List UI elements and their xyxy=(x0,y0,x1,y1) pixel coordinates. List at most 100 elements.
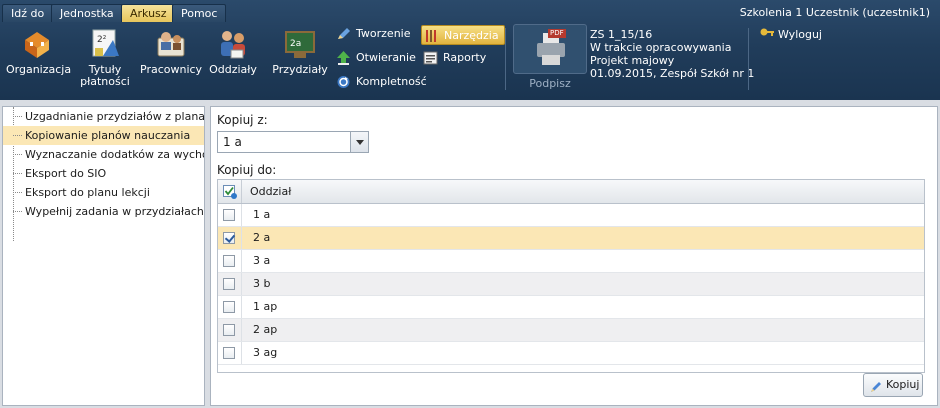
row-class-name: 3 ag xyxy=(253,346,278,359)
tab-arkusz[interactable]: Arkusz xyxy=(121,4,176,22)
table-row[interactable]: 3 a xyxy=(218,250,924,273)
tree-item-eksport-sio[interactable]: Eksport do SIO xyxy=(3,164,204,183)
content-area: Uzgadnianie przydziałów z planami na Kop… xyxy=(0,100,940,408)
info-line-2: W trakcie opracowywania xyxy=(590,41,732,54)
row-checkbox[interactable] xyxy=(223,301,235,313)
oddzialy-icon xyxy=(217,28,249,60)
tree-guide xyxy=(13,211,22,212)
classes-grid: Oddział 1 a 2 a 3 a 3 b 1 ap 2 ap 3 ag xyxy=(217,179,925,373)
copy-plans-panel: Kopiuj z: 1 a Kopiuj do: Oddział 1 a 2 a 3… xyxy=(210,106,938,406)
tree-item-kopiowanie[interactable]: Kopiowanie planów nauczania xyxy=(3,126,204,145)
row-class-name: 3 a xyxy=(253,254,271,267)
tytuly-label-2: płatności xyxy=(80,75,130,88)
user-label: Szkolenia 1 Uczestnik (uczestnik1) xyxy=(739,6,930,19)
row-checkbox[interactable] xyxy=(223,255,235,267)
checkbox-info-icon xyxy=(223,185,237,202)
table-row[interactable]: 2 ap xyxy=(218,319,924,342)
row-checkbox-cell xyxy=(218,342,242,364)
copy-to-label: Kopiuj do: xyxy=(217,163,277,177)
kompletnosc-button[interactable]: Kompletność xyxy=(334,72,427,92)
oddzialy-button[interactable]: Oddziały xyxy=(208,28,258,76)
tworzenie-button[interactable]: Tworzenie xyxy=(334,24,410,44)
tools-tree: Uzgadnianie przydziałów z planami na Kop… xyxy=(2,106,205,406)
ribbon-separator xyxy=(505,28,506,90)
chevron-down-icon[interactable] xyxy=(350,132,368,152)
przydzialy-label: Przydziały xyxy=(272,63,328,76)
tworzenie-label: Tworzenie xyxy=(356,27,411,40)
oddzialy-label: Oddziały xyxy=(209,63,257,76)
row-checkbox-cell xyxy=(218,204,242,226)
row-checkbox[interactable] xyxy=(223,209,235,221)
tytuly-icon: 2² xyxy=(89,28,121,60)
refresh-icon xyxy=(336,75,351,89)
table-row[interactable]: 1 ap xyxy=(218,296,924,319)
tree-guide xyxy=(13,135,22,136)
tree-guide xyxy=(13,173,22,174)
table-row[interactable]: 3 b xyxy=(218,273,924,296)
przydzialy-icon: 2a xyxy=(284,28,316,60)
tab-jednostka[interactable]: Jednostka xyxy=(51,4,123,22)
row-class-name: 1 a xyxy=(253,208,271,221)
row-class-name: 3 b xyxy=(253,277,271,290)
tools-icon xyxy=(424,29,439,43)
tree-item-eksport-plan[interactable]: Eksport do planu lekcji xyxy=(3,183,204,202)
row-checkbox[interactable] xyxy=(223,232,235,244)
row-checkbox-cell xyxy=(218,250,242,272)
tab-idz-do[interactable]: Idź do xyxy=(2,4,54,22)
ribbon: Idź do Jednostka Arkusz Pomoc Szkolenia … xyxy=(0,0,940,100)
svg-text:2²: 2² xyxy=(97,35,107,45)
report-icon xyxy=(423,51,438,65)
row-class-name: 2 ap xyxy=(253,323,278,336)
pracownicy-button[interactable]: Pracownicy xyxy=(140,28,202,76)
tree-guide xyxy=(13,154,22,155)
grid-header: Oddział xyxy=(218,180,924,204)
info-line-1: ZS 1_15/16 xyxy=(590,28,653,41)
copy-from-select[interactable]: 1 a xyxy=(217,131,369,153)
key-icon xyxy=(760,28,774,40)
organizacja-button[interactable]: Organizacja xyxy=(6,28,72,76)
row-checkbox[interactable] xyxy=(223,347,235,359)
narzedzia-label: Narzędzia xyxy=(444,29,499,42)
sheet-info: ZS 1_15/16 W trakcie opracowywania Proje… xyxy=(590,28,754,80)
column-header-oddzial[interactable]: Oddział xyxy=(250,180,291,203)
tab-pomoc[interactable]: Pomoc xyxy=(172,4,227,22)
wyloguj-label: Wyloguj xyxy=(778,28,822,41)
ribbon-separator-2 xyxy=(748,28,749,90)
kompletnosc-label: Kompletność xyxy=(356,75,427,88)
tree-item-wyznaczanie[interactable]: Wyznaczanie dodatków za wychowaw xyxy=(3,145,204,164)
tree-guide xyxy=(13,192,22,193)
tree-item-uzgadnianie[interactable]: Uzgadnianie przydziałów z planami na xyxy=(3,107,204,126)
organizacja-label: Organizacja xyxy=(6,63,72,76)
narzedzia-button[interactable]: Narzędzia xyxy=(421,25,505,45)
row-checkbox-cell xyxy=(218,273,242,295)
copy-from-value: 1 a xyxy=(223,135,242,149)
row-checkbox-cell xyxy=(218,319,242,341)
copy-button-label: Kopiuj xyxy=(886,378,920,391)
row-class-name: 1 ap xyxy=(253,300,278,313)
copy-button[interactable]: Kopiuj xyxy=(863,373,923,397)
tab-bar: Idź do Jednostka Arkusz Pomoc Szkolenia … xyxy=(0,0,940,22)
raporty-label: Raporty xyxy=(443,51,487,64)
row-checkbox[interactable] xyxy=(223,324,235,336)
przydzialy-button[interactable]: 2a Przydziały xyxy=(270,28,330,76)
raporty-button[interactable]: Raporty xyxy=(421,48,486,68)
podpisz-button[interactable]: PDF xyxy=(513,24,587,74)
select-all-checkbox[interactable] xyxy=(218,180,242,203)
otwieranie-label: Otwieranie xyxy=(356,51,416,64)
info-line-3: Projekt majowy xyxy=(590,54,675,67)
otwieranie-button[interactable]: Otwieranie xyxy=(334,48,416,68)
row-checkbox-cell xyxy=(218,227,242,249)
tytuly-platnosci-button[interactable]: 2² Tytuły płatności xyxy=(78,28,132,88)
table-row[interactable]: 3 ag xyxy=(218,342,924,365)
row-class-name: 2 a xyxy=(253,231,271,244)
row-checkbox[interactable] xyxy=(223,278,235,290)
pencil-icon xyxy=(336,27,351,41)
info-line-4: 01.09.2015, Zespół Szkół nr 1 xyxy=(590,67,755,80)
pracownicy-icon xyxy=(155,28,187,60)
table-row[interactable]: 2 a xyxy=(218,227,924,250)
table-row[interactable]: 1 a xyxy=(218,204,924,227)
pencil-icon xyxy=(870,379,882,392)
wyloguj-button[interactable]: Wyloguj xyxy=(760,28,822,41)
tree-item-wypelnij[interactable]: Wypełnij zadania w przydziałach war xyxy=(3,202,204,221)
organizacja-icon xyxy=(21,28,53,60)
